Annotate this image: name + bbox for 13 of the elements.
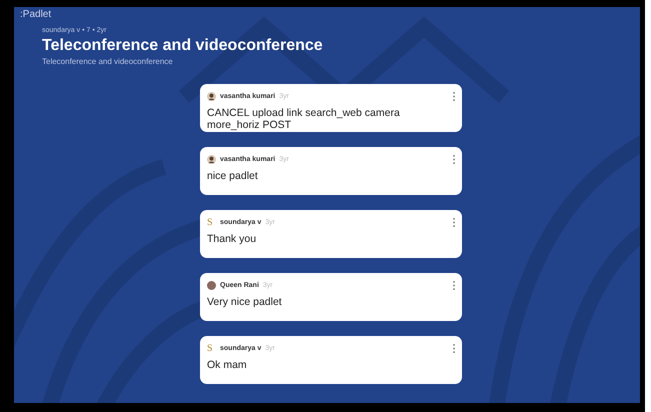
board-title: Teleconference and videoconference <box>42 37 324 55</box>
board-description: Teleconference and videoconference <box>42 57 174 66</box>
avatar-icon <box>207 92 216 100</box>
avatar-icon <box>207 154 216 164</box>
avatar-letter: S <box>207 216 214 228</box>
post-text: nice padlet <box>207 170 259 182</box>
avatar-letter: S <box>207 342 214 354</box>
post-text: Very nice padlet <box>207 296 283 308</box>
post-text: Thank you <box>207 233 258 245</box>
app-logo[interactable]: :Padlet <box>20 9 634 20</box>
post-text: CANCEL upload link search_web camera more_horiz POST <box>207 107 401 131</box>
post-text: Ok mam <box>207 359 248 371</box>
avatar-icon <box>207 280 216 290</box>
